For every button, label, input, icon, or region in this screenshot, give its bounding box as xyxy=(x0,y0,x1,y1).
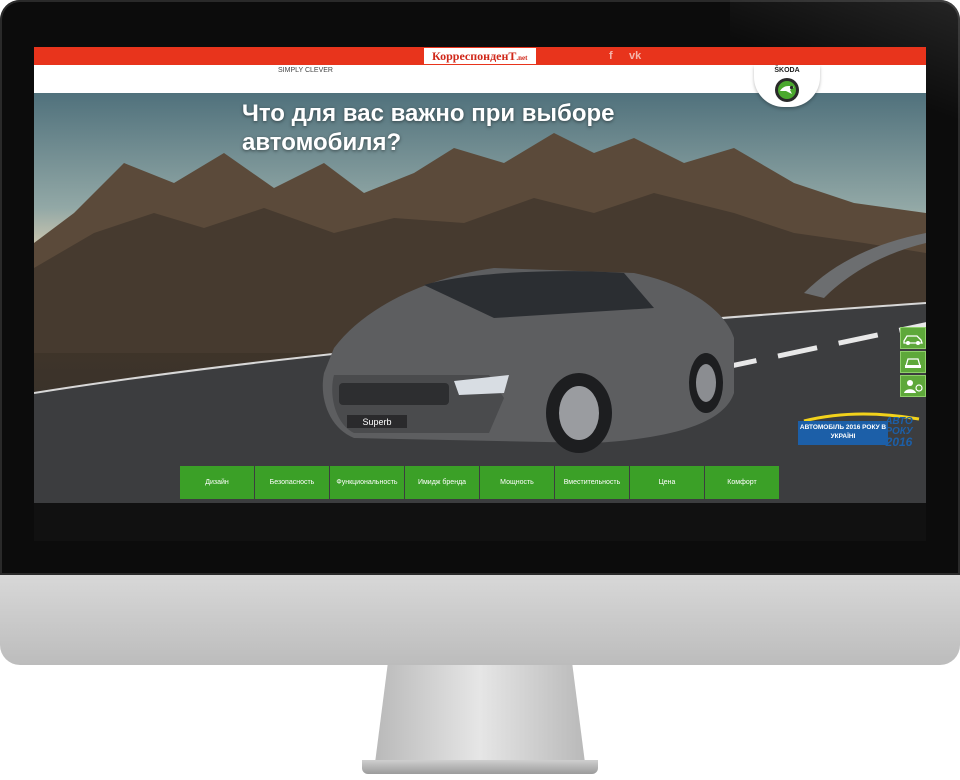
facebook-icon[interactable]: f xyxy=(609,49,613,63)
nav-item-design[interactable]: Дизайн xyxy=(180,466,254,499)
site-logo[interactable]: КорреспонденТ.net xyxy=(424,48,536,64)
top-bar: КорреспонденТ.net f vk xyxy=(34,47,926,65)
award-text: АВТОМОБІЛЬ 2016 РОКУ В УКРАЇНІ xyxy=(798,421,888,445)
nav-item-power[interactable]: Мощность xyxy=(480,466,554,499)
bottom-strip xyxy=(34,503,926,541)
nav-item-capacity[interactable]: Вместительность xyxy=(555,466,629,499)
car-side-icon xyxy=(903,335,923,345)
award-badge: АВТОМОБІЛЬ 2016 РОКУ В УКРАЇНІ АВТО РОКУ… xyxy=(794,411,924,461)
page-title: Что для вас важно при выборе автомобиля? xyxy=(242,100,615,156)
nav-item-comfort[interactable]: Комфорт xyxy=(705,466,779,499)
skoda-emblem-icon xyxy=(775,78,799,102)
brand-name: ŠKODA xyxy=(774,67,800,74)
side-button-driver[interactable] xyxy=(900,375,926,397)
nav-item-brand-image[interactable]: Имидж бренда xyxy=(405,466,479,499)
hero-banner: Superb Что для вас важно при выборе авто… xyxy=(34,93,926,503)
license-plate: Superb xyxy=(362,417,391,427)
award-logo-year: 2016 xyxy=(885,435,913,449)
side-button-car-front[interactable] xyxy=(900,351,926,373)
monitor-chin xyxy=(0,575,960,665)
car-front-icon xyxy=(905,358,921,368)
driver-icon xyxy=(904,380,923,393)
site-logo-text: КорреспонденТ xyxy=(432,49,517,63)
nav-item-safety[interactable]: Безопасность xyxy=(255,466,329,499)
nav-item-price[interactable]: Цена xyxy=(630,466,704,499)
slogan: SIMPLY CLEVER xyxy=(278,67,333,74)
side-button-car-side[interactable] xyxy=(900,327,926,349)
monitor-base xyxy=(362,760,598,774)
monitor-stand xyxy=(375,665,585,763)
vk-icon[interactable]: vk xyxy=(629,49,641,63)
brand-bar: SIMPLY CLEVER ŠKODA xyxy=(34,65,926,107)
award-logo: АВТО РОКУ 2016 xyxy=(876,417,922,461)
site-logo-suffix: .net xyxy=(516,54,528,62)
nav-item-functionality[interactable]: Функциональность xyxy=(330,466,404,499)
monitor-frame: КорреспонденТ.net f vk SIMPLY CLEVER ŠKO… xyxy=(0,0,960,575)
criteria-nav: Дизайн Безопасность Функциональность Ими… xyxy=(180,466,780,499)
screen: КорреспонденТ.net f vk SIMPLY CLEVER ŠKO… xyxy=(34,47,926,541)
